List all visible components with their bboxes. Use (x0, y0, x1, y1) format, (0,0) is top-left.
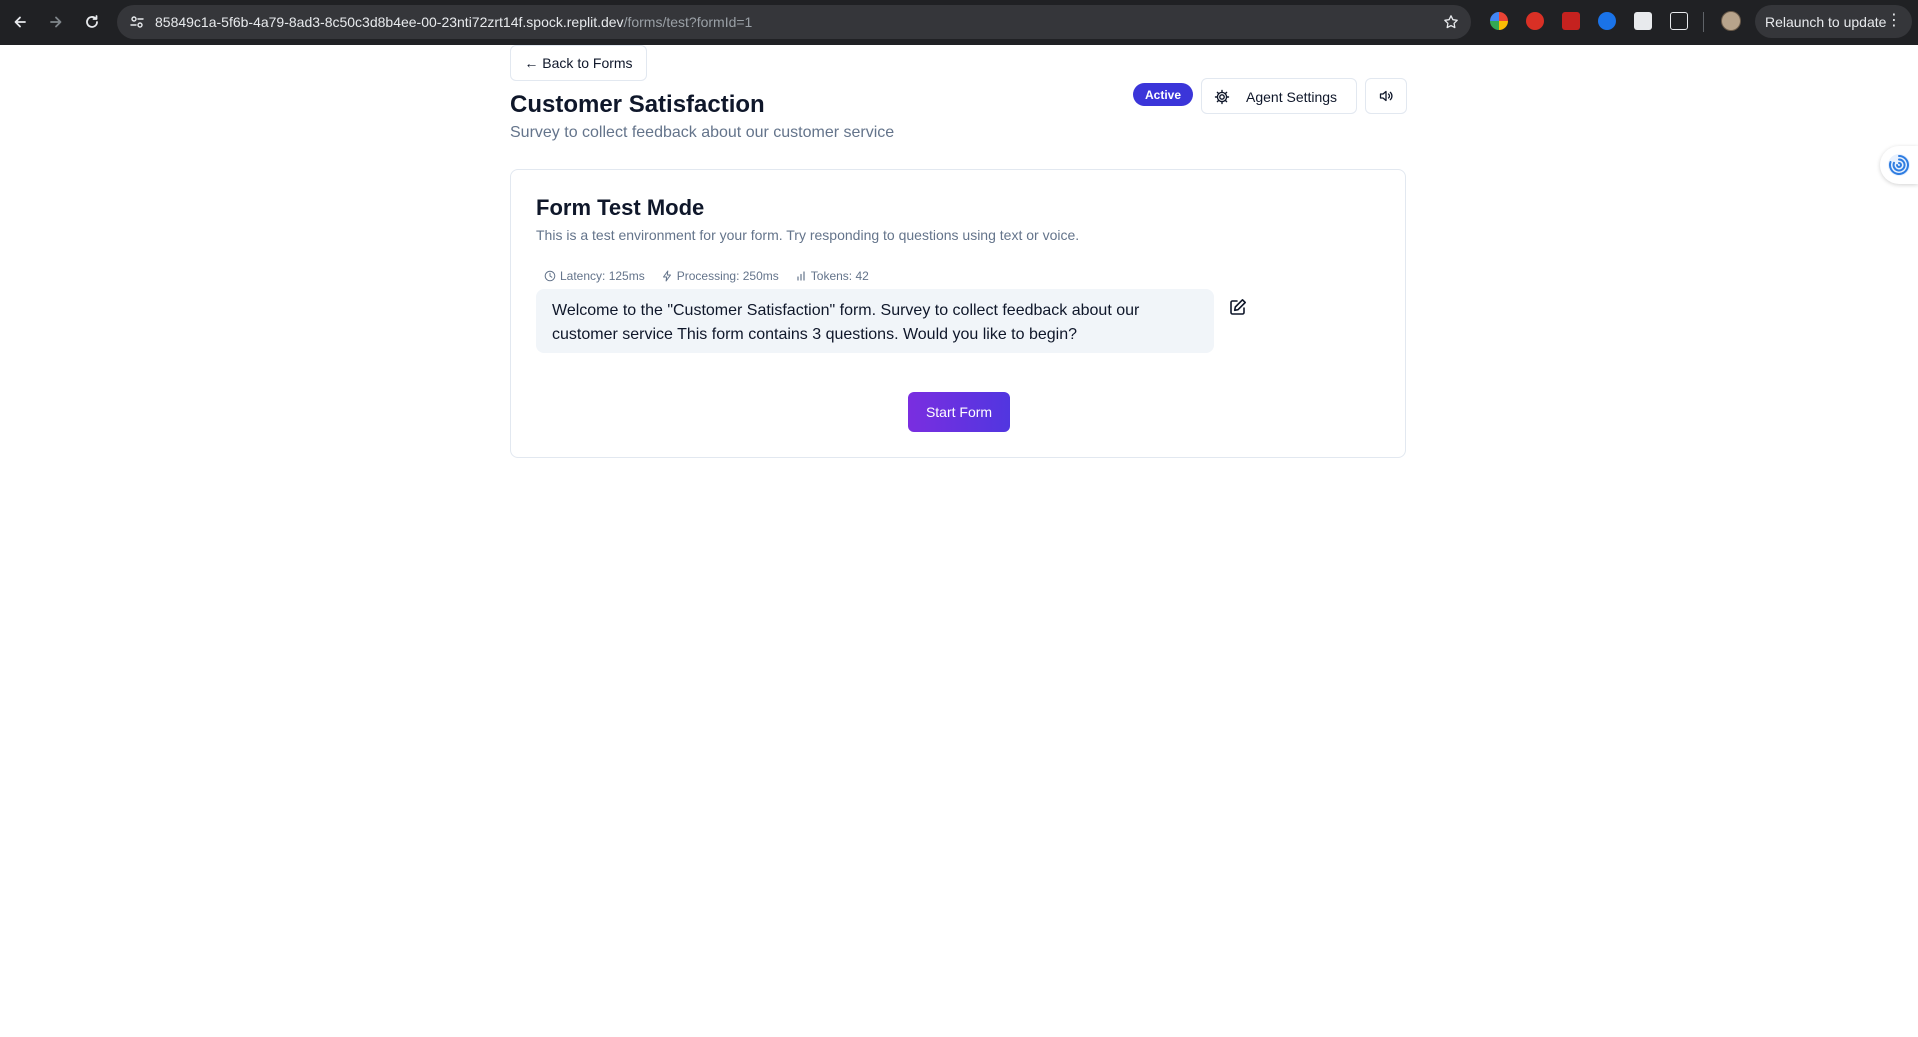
edit-icon[interactable] (1229, 298, 1247, 316)
latency-text: Latency: 125ms (560, 269, 645, 283)
card-title: Form Test Mode (536, 195, 705, 220)
metrics-row: Latency: 125ms Processing: 250ms Tokens:… (544, 269, 869, 283)
speaker-icon (1379, 90, 1393, 102)
bolt-extension-icon[interactable] (1634, 12, 1652, 30)
card-description: This is a test environment for your form… (536, 227, 1080, 243)
lightning-icon (662, 270, 671, 282)
processing-metric: Processing: 250ms (661, 269, 779, 283)
processing-text: Processing: 250ms (676, 269, 779, 283)
agent-settings-label: Agent Settings (1246, 89, 1338, 105)
toolbar-divider (1703, 12, 1704, 32)
bar-chart-icon (797, 271, 805, 281)
site-info-icon[interactable] (129, 14, 145, 30)
back-arrow-icon[interactable] (8, 10, 32, 34)
status-badge: Active (1133, 83, 1193, 106)
tokens-metric: Tokens: 42 (795, 269, 869, 283)
form-test-card: Form Test Mode This is a test environmen… (510, 169, 1406, 458)
back-to-forms-button[interactable]: ← Back to Forms (510, 45, 647, 81)
assistant-message: Welcome to the "Customer Satisfaction" f… (536, 289, 1214, 353)
back-to-forms-label: ← Back to Forms (524, 55, 633, 71)
grammar-extension-icon[interactable] (1526, 12, 1544, 30)
forward-arrow-icon[interactable] (44, 10, 68, 34)
clock-icon (544, 270, 556, 282)
assistant-widget[interactable] (1880, 146, 1918, 184)
blue-extension-icon[interactable] (1598, 12, 1616, 30)
latency-metric: Latency: 125ms (544, 269, 645, 283)
address-bar[interactable]: 85849c1a-5f6b-4a79-8ad3-8c50c3d8b4ee-00-… (117, 5, 1471, 39)
tokens-text: Tokens: 42 (810, 269, 869, 283)
page-subtitle: Survey to collect feedback about our cus… (510, 124, 895, 141)
red-extension-icon[interactable] (1562, 12, 1580, 30)
voice-toggle-button[interactable] (1365, 78, 1407, 114)
url-text[interactable]: 85849c1a-5f6b-4a79-8ad3-8c50c3d8b4ee-00-… (155, 14, 752, 30)
relaunch-label: Relaunch to update (1765, 13, 1887, 30)
color-extension-icon[interactable] (1490, 12, 1508, 30)
start-form-button[interactable]: Start Form (908, 392, 1010, 432)
relaunch-button[interactable]: Relaunch to update ⋮ (1755, 5, 1912, 38)
reload-icon[interactable] (80, 10, 104, 34)
more-menu-icon[interactable]: ⋮ (1886, 12, 1902, 30)
page-title: Customer Satisfaction (510, 91, 765, 118)
extensions-puzzle-icon[interactable] (1670, 12, 1688, 30)
swirl-icon (1888, 154, 1910, 176)
bookmark-star-icon[interactable] (1443, 14, 1459, 30)
browser-toolbar: 85849c1a-5f6b-4a79-8ad3-8c50c3d8b4ee-00-… (0, 0, 1918, 45)
gear-icon (1214, 89, 1230, 105)
profile-avatar[interactable] (1721, 11, 1741, 31)
agent-settings-button[interactable]: Agent Settings (1201, 78, 1357, 114)
